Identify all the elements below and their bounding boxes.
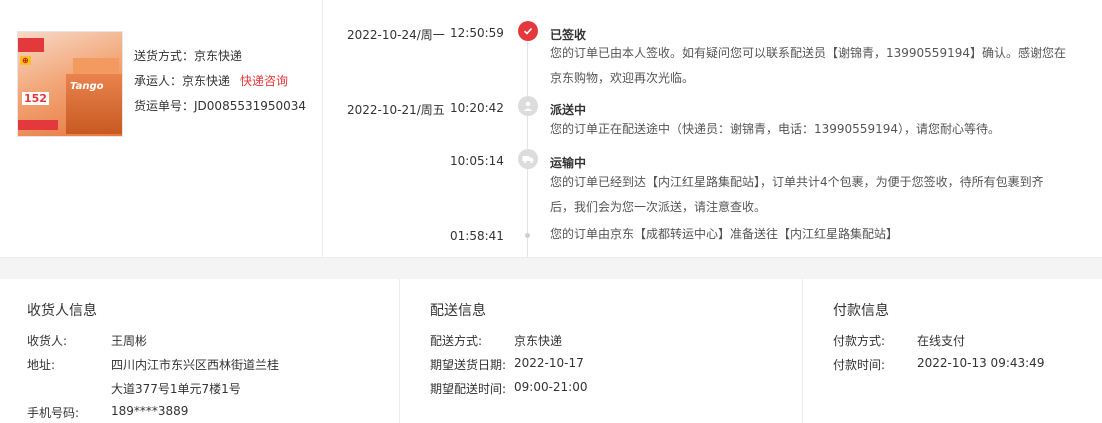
product-image-brand: Tango [70, 81, 104, 92]
receiver-info-column: 收货人信息 收货人: 王周彬 地址: 四川内江市东兴区西林街道兰桂 大道377号… [0, 279, 399, 423]
phone-value: 189****3889 [111, 404, 189, 418]
timeline-status: 派送中 [550, 103, 587, 117]
delivery-info-title: 配送信息 [430, 303, 486, 319]
product-image-price: 152 [22, 92, 49, 105]
address-line-1: 四川内江市东兴区西林街道兰桂 [111, 358, 280, 372]
payment-method-label: 付款方式: [833, 334, 886, 348]
carrier-value: 京东快递 [182, 74, 231, 88]
receiver-name-value: 王周彬 [111, 334, 148, 348]
expected-date-value: 2022-10-17 [514, 356, 584, 370]
address-line-2: 大道377号1单元7楼1号 [111, 382, 241, 396]
product-image-badge: ⊕ [20, 56, 31, 65]
product-image[interactable]: ⊕ Tango 152 [17, 31, 123, 137]
timeline-date: 2022-10-21/周五 [347, 103, 445, 117]
tracking-number-line: 货运单号：JD0085531950034 [134, 97, 306, 114]
payment-time-label: 付款时间: [833, 358, 886, 372]
package-info-panel: ⊕ Tango 152 送货方式：京东快递 承运人：京东快递 快递咨询 货运单号：… [0, 0, 323, 257]
timeline-time: 10:20:42 [450, 101, 504, 115]
timeline-date: 2022-10-24/周一 [347, 28, 445, 42]
expected-date-label: 期望送货日期: [430, 358, 507, 372]
timeline-axis [527, 32, 528, 257]
shipment-tracking-section: ⊕ Tango 152 送货方式：京东快递 承运人：京东快递 快递咨询 货运单号：… [0, 0, 1102, 257]
courier-inquiry-link[interactable]: 快递咨询 [240, 74, 288, 88]
courier-icon [518, 96, 538, 116]
timeline-dot [525, 233, 530, 238]
payment-time-value: 2022-10-13 09:43:49 [917, 356, 1045, 370]
receiver-name-label: 收货人: [27, 334, 68, 348]
section-divider [0, 257, 1102, 279]
payment-info-title: 付款信息 [833, 303, 889, 319]
order-info-section: 收货人信息 收货人: 王周彬 地址: 四川内江市东兴区西林街道兰桂 大道377号… [0, 279, 1102, 423]
timeline-description: 您的订单已经到达【内江红星路集配站】，订单共计4个包裹，为便于您签收，待所有包裹… [550, 175, 1044, 214]
delivery-method-line: 送货方式：京东快递 [134, 47, 242, 64]
expected-time-value: 09:00-21:00 [514, 380, 588, 394]
delivery-method-value: 京东快递 [194, 49, 243, 63]
tracking-timeline[interactable]: 2022-10-24/周一 12:50:59 已签收 您的订单已由本人签收。如有… [323, 0, 1102, 257]
timeline-description: 您的订单由京东【成都转运中心】准备送往【内江红星路集配站】 [550, 227, 899, 241]
carrier-line: 承运人：京东快递 快递咨询 [134, 72, 288, 89]
delivery-method-label: 配送方式: [430, 334, 483, 348]
timeline-time: 12:50:59 [450, 26, 504, 40]
carrier-label: 承运人： [134, 74, 183, 88]
payment-info-column: 付款信息 付款方式: 在线支付 付款时间: 2022-10-13 09:43:4… [802, 279, 1102, 423]
delivery-info-column: 配送信息 配送方式: 京东快递 期望送货日期: 2022-10-17 期望配送时… [399, 279, 802, 423]
check-icon [518, 21, 538, 41]
delivery-method-value: 京东快递 [514, 334, 563, 348]
truck-icon [518, 149, 538, 169]
expected-time-label: 期望配送时间: [430, 382, 507, 396]
delivery-method-label: 送货方式： [134, 49, 195, 63]
payment-method-value: 在线支付 [917, 334, 966, 348]
timeline-description: 您的订单正在配送途中（快递员：谢锦青，电话：13990559194），请您耐心等… [550, 122, 1000, 136]
timeline-time: 01:58:41 [450, 229, 504, 243]
receiver-info-title: 收货人信息 [27, 303, 97, 319]
tracking-number-label: 货运单号： [134, 99, 195, 113]
address-label: 地址: [27, 358, 56, 372]
tracking-number-value: JD0085531950034 [194, 99, 307, 113]
timeline-time: 10:05:14 [450, 154, 504, 168]
timeline-description: 您的订单已由本人签收。如有疑问您可以联系配送员【谢锦青，13990559194】… [550, 46, 1066, 85]
timeline-status: 运输中 [550, 156, 587, 170]
phone-label: 手机号码: [27, 406, 80, 420]
